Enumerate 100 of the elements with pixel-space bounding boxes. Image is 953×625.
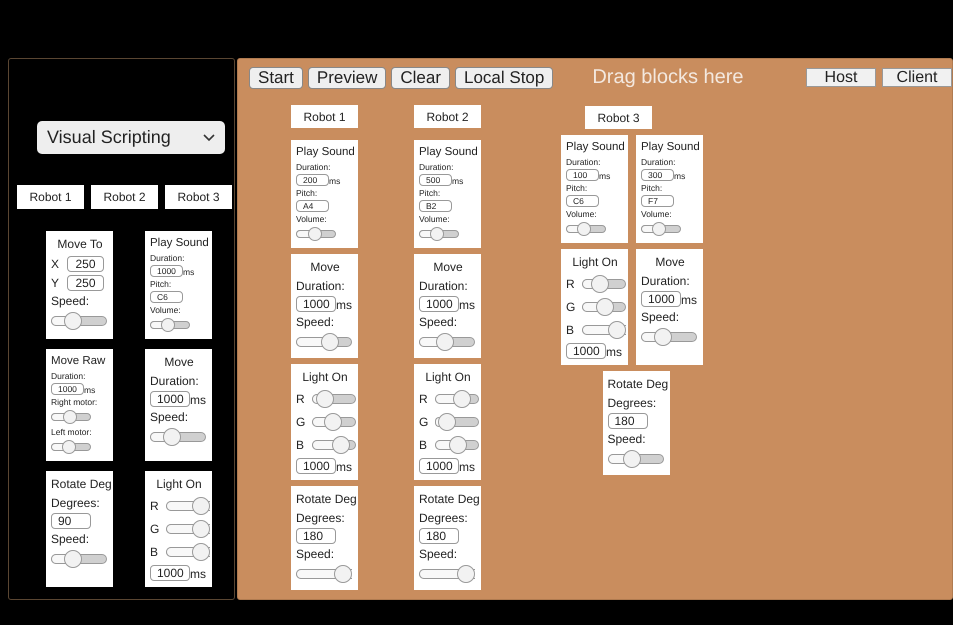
script-block[interactable]: Rotate Deg Degrees: 180 Speed: <box>291 486 358 590</box>
toolbar-button[interactable]: Preview <box>308 66 386 88</box>
slider[interactable] <box>582 298 626 316</box>
robot-header: Robot 2 <box>414 105 481 128</box>
slider[interactable] <box>435 390 479 408</box>
slider[interactable] <box>435 436 479 454</box>
input-field[interactable]: 1000 <box>150 391 190 407</box>
slider[interactable] <box>419 227 459 241</box>
unit-label: ms <box>459 298 475 312</box>
input-field[interactable]: 1000 <box>419 458 459 474</box>
robot-button[interactable]: Robot 1 <box>17 185 84 209</box>
script-block[interactable]: Move Duration: 1000 ms Speed: <box>145 349 212 461</box>
field-label: Speed: <box>296 315 334 329</box>
slider[interactable] <box>166 497 210 515</box>
mode-dropdown[interactable]: Visual Scripting <box>37 121 225 154</box>
input-field[interactable]: 250 <box>67 256 104 272</box>
field-label: Pitch: <box>296 188 318 198</box>
script-canvas[interactable] <box>237 58 953 600</box>
input-field[interactable]: C6 <box>150 291 183 303</box>
input-field[interactable]: 100 <box>566 169 599 181</box>
field-label: Degrees: <box>51 496 100 510</box>
toolbar-button[interactable]: Start <box>249 66 303 88</box>
slider[interactable] <box>419 333 475 351</box>
input-field[interactable]: 180 <box>419 528 459 544</box>
input-field[interactable]: 1000 <box>296 458 336 474</box>
network-button[interactable]: Host <box>806 68 876 87</box>
input-field[interactable]: A4 <box>296 200 329 212</box>
input-field[interactable]: 180 <box>608 413 648 429</box>
script-block[interactable]: Play Sound Duration: 100 ms Pitch: C6 Volume: <box>561 135 628 243</box>
slider[interactable] <box>641 222 681 236</box>
input-field[interactable]: 1000 <box>566 343 606 359</box>
network-button[interactable]: Client <box>882 68 952 87</box>
slider[interactable] <box>166 543 210 561</box>
input-field[interactable]: 1000 <box>150 565 190 581</box>
slider[interactable] <box>150 318 190 332</box>
input-field[interactable]: 300 <box>641 169 674 181</box>
channel-label: G <box>296 415 306 429</box>
slider[interactable] <box>582 321 626 339</box>
script-block[interactable]: Light On R G B 1000 ms <box>291 364 358 480</box>
robot-header: Robot 1 <box>291 105 358 128</box>
input-field[interactable]: 1000 <box>419 296 459 312</box>
robot-button[interactable]: Robot 2 <box>91 185 158 209</box>
script-block[interactable]: Rotate Deg Degrees: 180 Speed: <box>602 371 670 475</box>
slider[interactable] <box>51 440 91 454</box>
slider[interactable] <box>296 565 352 583</box>
input-field[interactable]: B2 <box>419 200 452 212</box>
script-block[interactable]: Play Sound Duration: 500 ms Pitch: B2 Volume: <box>414 140 481 248</box>
input-field[interactable]: 1000 <box>296 296 336 312</box>
toolbar-button[interactable]: Clear <box>391 66 450 88</box>
script-block[interactable]: Light On R G B 1000 ms <box>414 364 481 480</box>
input-field[interactable]: 1000 <box>641 291 681 307</box>
slider[interactable] <box>166 520 210 538</box>
input-field[interactable]: 1000 <box>51 383 84 395</box>
script-block[interactable]: Light On R G B 1000 ms <box>145 471 212 587</box>
field-label: Pitch: <box>641 183 662 193</box>
slider[interactable] <box>296 227 336 241</box>
input-field[interactable]: 180 <box>296 528 336 544</box>
slider[interactable] <box>51 550 107 568</box>
slider[interactable] <box>51 312 107 330</box>
input-field[interactable]: F7 <box>641 195 674 207</box>
script-block[interactable]: Play Sound Duration: 1000 ms Pitch: C6 Volume: <box>145 231 212 339</box>
script-block[interactable]: Light On R G B 1000 ms <box>561 249 628 365</box>
script-block[interactable]: Rotate Deg Degrees: 180 Speed: <box>414 486 481 590</box>
script-block[interactable]: Play Sound Duration: 200 ms Pitch: A4 Volume: <box>291 140 358 248</box>
robot-button[interactable]: Robot 3 <box>165 185 232 209</box>
channel-label: B <box>419 438 428 452</box>
unit-label: ms <box>336 298 352 312</box>
slider[interactable] <box>419 565 475 583</box>
script-block[interactable]: Move Raw Duration: 1000 ms Right motor: Left motor: <box>46 349 113 461</box>
script-block[interactable]: Move Duration: 1000 ms Speed: <box>414 254 481 358</box>
input-field[interactable]: 500 <box>419 174 452 186</box>
block-title: Play Sound <box>566 141 625 153</box>
slider[interactable] <box>608 450 664 468</box>
field-label: Duration: <box>419 279 468 293</box>
script-block[interactable]: Rotate Deg Degrees: 90 Speed: <box>46 471 113 587</box>
slider[interactable] <box>296 333 352 351</box>
slider[interactable] <box>312 436 356 454</box>
input-field[interactable]: 1000 <box>150 265 183 277</box>
slider[interactable] <box>435 413 479 431</box>
script-block[interactable]: Move Duration: 1000 ms Speed: <box>291 254 358 358</box>
input-field[interactable]: 90 <box>51 513 91 529</box>
field-label: Speed: <box>51 294 90 308</box>
slider[interactable] <box>566 222 606 236</box>
slider[interactable] <box>312 413 356 431</box>
block-title: Move <box>310 260 340 274</box>
input-field[interactable]: 250 <box>67 275 104 291</box>
slider[interactable] <box>150 428 206 446</box>
input-field[interactable]: C6 <box>566 195 599 207</box>
script-block[interactable]: Move Duration: 1000 ms Speed: <box>636 249 703 365</box>
block-title: Play Sound <box>296 146 355 158</box>
slider[interactable] <box>582 275 626 293</box>
slider[interactable] <box>641 328 697 346</box>
field-label: Left motor: <box>51 427 92 437</box>
script-block[interactable]: Play Sound Duration: 300 ms Pitch: F7 Volume: <box>636 135 703 243</box>
input-field[interactable]: 200 <box>296 174 329 186</box>
script-block[interactable]: Move To X 250 Y 250 Speed: <box>46 231 113 339</box>
slider[interactable] <box>312 390 356 408</box>
toolbar-button[interactable]: Local Stop <box>455 66 554 88</box>
channel-label: B <box>566 323 576 337</box>
slider[interactable] <box>51 410 91 424</box>
